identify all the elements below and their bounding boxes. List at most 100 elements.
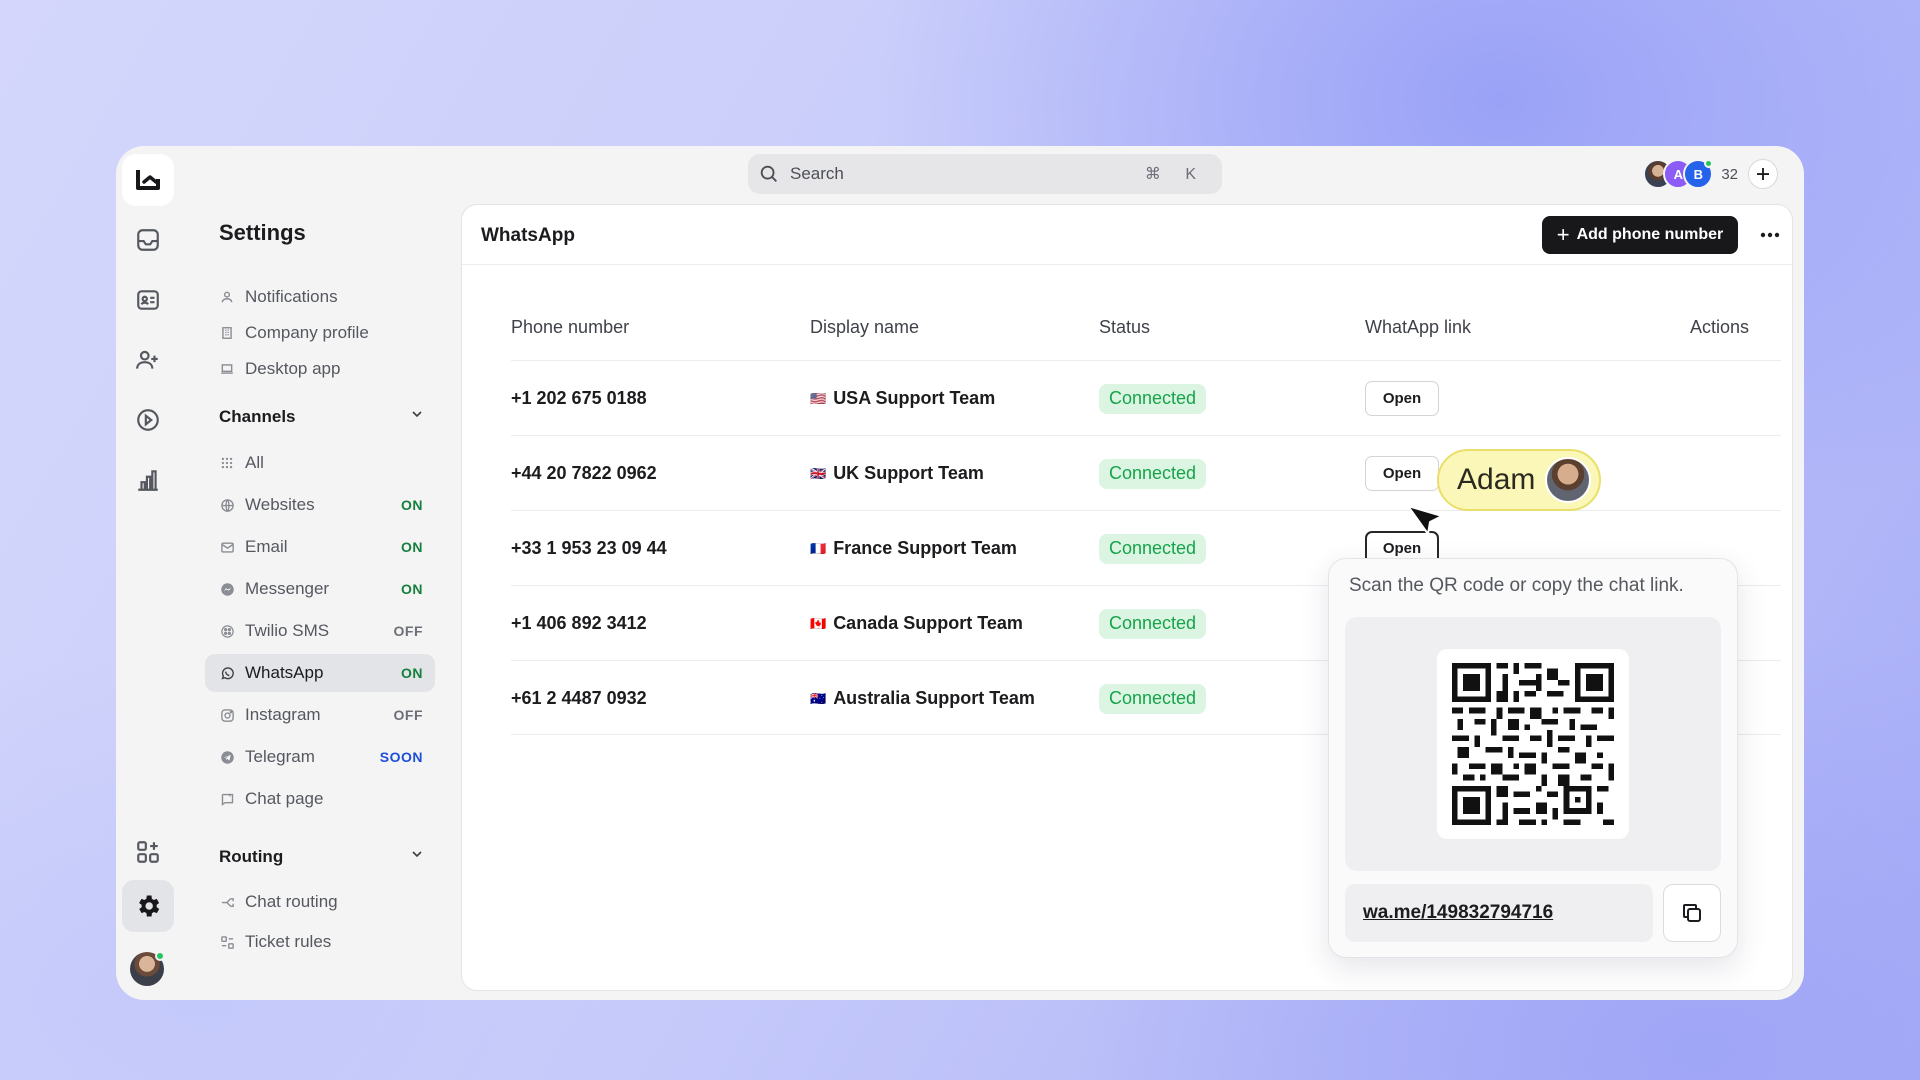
online-indicator: [1704, 159, 1714, 168]
page-title: WhatsApp: [481, 225, 575, 246]
sidebar-item-notifications[interactable]: Notifications: [205, 278, 435, 316]
sidebar-item-email[interactable]: Email ON: [205, 528, 435, 566]
play-icon[interactable]: [122, 394, 174, 446]
display-name: Canada Support Team: [833, 613, 1023, 633]
cursor-user-avatar: [1545, 457, 1592, 503]
user-avatar[interactable]: [130, 951, 165, 986]
sidebar-item-telegram[interactable]: Telegram SOON: [205, 738, 435, 776]
sidebar-item-label: Instagram: [245, 705, 321, 724]
sidebar-item-websites[interactable]: Websites ON: [205, 486, 435, 524]
phone-number: +33 1 953 23 09 44: [511, 538, 667, 558]
flag-icon: 🇺🇸: [810, 390, 827, 406]
icon-rail: [116, 146, 176, 1000]
analytics-icon[interactable]: [122, 454, 174, 506]
search-placeholder: Search: [790, 164, 844, 183]
open-link-button[interactable]: Open: [1365, 381, 1439, 416]
sidebar-item-company-profile[interactable]: Company profile: [205, 314, 435, 352]
phone-number: +61 2 4487 0932: [511, 688, 647, 708]
sidebar-item-desktop-app[interactable]: Desktop app: [205, 350, 435, 388]
sidebar-item-label: Ticket rules: [245, 932, 332, 951]
sidebar-item-label: Desktop app: [245, 359, 341, 378]
sidebar-item-messenger[interactable]: Messenger ON: [205, 570, 435, 608]
status-badge: Connected: [1099, 608, 1207, 639]
twilio-icon: [219, 623, 235, 639]
sidebar-item-label: All: [245, 453, 264, 472]
qr-code: [1437, 649, 1629, 839]
add-users-icon[interactable]: [122, 334, 174, 386]
instagram-icon: [219, 707, 235, 723]
flag-icon: 🇫🇷: [810, 540, 827, 556]
apps-icon[interactable]: [122, 826, 174, 878]
status-badge: OFF: [393, 707, 423, 723]
status-badge: ON: [401, 581, 423, 597]
status-badge: OFF: [393, 623, 423, 639]
sidebar-item-label: Email: [245, 537, 288, 556]
qr-popover: Scan the QR code or copy the chat link.: [1328, 558, 1738, 958]
messenger-icon: [219, 581, 235, 597]
search-input[interactable]: Search ⌘ K: [748, 154, 1222, 194]
status-badge: ON: [401, 665, 423, 681]
display-name: Australia Support Team: [833, 688, 1035, 708]
contact-card-icon[interactable]: [122, 274, 174, 326]
table-row[interactable]: +1 202 675 0188 🇺🇸 USA Support Team Conne…: [511, 360, 1781, 435]
app-logo[interactable]: [122, 154, 174, 206]
add-phone-number-button[interactable]: + Add phone number: [1542, 216, 1738, 254]
laptop-icon: [219, 361, 235, 377]
header-divider: [462, 264, 1792, 265]
sidebar-item-label: Chat routing: [245, 892, 338, 911]
sidebar-item-label: Chat page: [245, 789, 324, 808]
presence-avatar-b-letter: B: [1693, 166, 1703, 182]
settings-gear-icon[interactable]: [122, 880, 174, 932]
routing-title: Routing: [219, 846, 284, 866]
chat-page-icon: [219, 791, 235, 807]
add-member-button[interactable]: [1748, 159, 1778, 189]
copy-link-button[interactable]: [1663, 884, 1721, 942]
sidebar-item-label: Telegram: [245, 747, 315, 766]
add-phone-number-label: Add phone number: [1576, 226, 1724, 243]
chevron-down-icon: [409, 406, 425, 427]
column-header: Status: [1099, 317, 1151, 337]
sidebar-item-ticket-rules[interactable]: Ticket rules: [205, 923, 435, 961]
sidebar-item-chat-page[interactable]: Chat page: [205, 780, 435, 818]
sidebar-item-whatsapp[interactable]: WhatsApp ON: [205, 654, 435, 692]
more-options-icon[interactable]: [1754, 219, 1786, 251]
plus-icon: [1757, 168, 1769, 180]
plus-icon: +: [1556, 222, 1570, 247]
sidebar-item-instagram[interactable]: Instagram OFF: [205, 696, 435, 734]
chat-link[interactable]: wa.me/149832794716: [1345, 884, 1653, 942]
column-header: Display name: [810, 317, 920, 337]
online-indicator: [155, 951, 165, 961]
status-badge: ON: [401, 539, 423, 555]
status-badge: Connected: [1099, 458, 1207, 489]
status-badge: Connected: [1099, 533, 1207, 564]
phone-number: +44 20 7822 0962: [511, 463, 657, 483]
telegram-icon: [219, 749, 235, 765]
mail-icon: [219, 539, 235, 555]
flag-icon: 🇬🇧: [810, 465, 827, 481]
inbox-icon[interactable]: [122, 214, 174, 266]
logo-icon: [136, 170, 160, 190]
open-link-button[interactable]: Open: [1365, 456, 1439, 491]
status-badge: Connected: [1099, 683, 1207, 714]
sidebar-item-label: Messenger: [245, 579, 330, 598]
display-name: UK Support Team: [833, 463, 984, 483]
sidebar-item-chat-routing[interactable]: Chat routing: [205, 883, 435, 921]
status-badge: SOON: [379, 749, 423, 765]
search-icon: [760, 165, 777, 182]
table-header: Phone number Display name Status WhatApp…: [462, 317, 1792, 347]
status-badge: Connected: [1099, 383, 1207, 414]
display-name: France Support Team: [833, 538, 1017, 558]
channels-section-header[interactable]: Channels: [219, 406, 425, 427]
sidebar-item-label: Company profile: [245, 323, 369, 342]
qr-instruction: Scan the QR code or copy the chat link.: [1349, 575, 1684, 596]
settings-title: Settings: [219, 220, 306, 245]
sidebar-item-label: Notifications: [245, 287, 338, 306]
qr-area: [1345, 617, 1721, 871]
sidebar-item-all[interactable]: All: [205, 444, 435, 482]
whatsapp-icon: [219, 665, 235, 681]
sidebar-item-twilio-sms[interactable]: Twilio SMS OFF: [205, 612, 435, 650]
copy-icon: [1683, 904, 1701, 922]
presence-avatar-b[interactable]: B: [1683, 159, 1714, 189]
display-name: USA Support Team: [833, 388, 996, 408]
routing-section-header[interactable]: Routing: [219, 846, 425, 867]
